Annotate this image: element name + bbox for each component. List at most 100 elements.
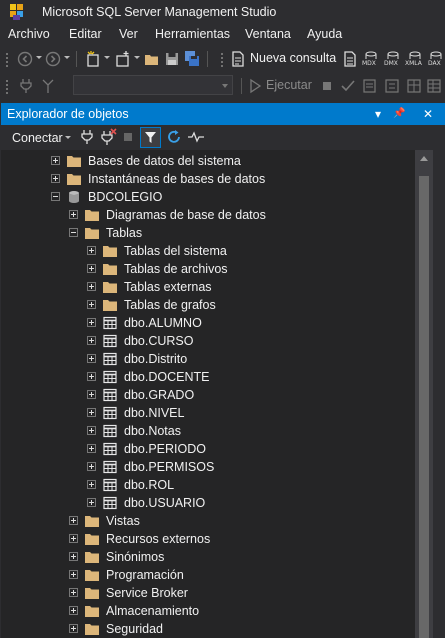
expand-icon[interactable] (87, 462, 96, 471)
expand-icon[interactable] (69, 588, 78, 597)
back-dropdown-icon[interactable] (36, 56, 42, 59)
tree-node[interactable]: Tablas de grafos (1, 296, 415, 314)
object-explorer-tree[interactable]: Bases de datos del sistema Instantáneas d… (1, 150, 445, 638)
menu-archivo[interactable]: Archivo (8, 27, 50, 41)
close-icon[interactable]: ✕ (423, 106, 433, 122)
tree-node[interactable]: dbo.PERIODO (1, 440, 415, 458)
tree-node[interactable]: Recursos externos (1, 530, 415, 548)
tree-node[interactable]: dbo.PERMISOS (1, 458, 415, 476)
tree-node[interactable]: dbo.USUARIO (1, 494, 415, 512)
tree-node[interactable]: dbo.GRADO (1, 386, 415, 404)
save-icon[interactable] (163, 50, 181, 68)
new-project-icon[interactable] (84, 50, 102, 68)
tree-node[interactable]: Tablas externas (1, 278, 415, 296)
stop-icon[interactable] (122, 128, 134, 146)
expand-icon[interactable] (51, 156, 60, 165)
forward-dropdown-icon[interactable] (64, 56, 70, 59)
scrollbar-thumb[interactable] (419, 176, 429, 638)
tree-node[interactable]: Tablas del sistema (1, 242, 415, 260)
expand-icon[interactable] (87, 264, 96, 273)
expand-icon[interactable] (69, 570, 78, 579)
forward-icon[interactable] (44, 50, 62, 68)
tree-node[interactable]: Service Broker (1, 584, 415, 602)
expand-icon[interactable] (87, 246, 96, 255)
connect-button[interactable]: Conectar (12, 131, 63, 145)
expand-icon[interactable] (87, 372, 96, 381)
expand-icon[interactable] (69, 552, 78, 561)
refresh-icon[interactable] (166, 128, 182, 146)
pin-icon[interactable]: 📌 (393, 106, 405, 122)
tree-node[interactable]: dbo.Distrito (1, 350, 415, 368)
expand-icon[interactable] (87, 300, 96, 309)
expand-icon[interactable] (69, 210, 78, 219)
object-explorer-title-bar[interactable]: Explorador de objetos ▾ 📌 ✕ (1, 103, 445, 125)
window-position-dropdown-icon[interactable]: ▾ (375, 106, 381, 122)
expand-icon[interactable] (87, 318, 96, 327)
tree-node[interactable]: Sinónimos (1, 548, 415, 566)
expand-icon[interactable] (69, 606, 78, 615)
expand-icon[interactable] (87, 426, 96, 435)
display-plan-icon[interactable] (384, 77, 400, 95)
tree-node[interactable]: Tablas (1, 224, 415, 242)
tree-node[interactable]: dbo.ROL (1, 476, 415, 494)
tree-node[interactable]: Diagramas de base de datos (1, 206, 415, 224)
new-project-dropdown-icon[interactable] (104, 56, 110, 59)
menu-herramientas[interactable]: Herramientas (155, 27, 230, 41)
expand-icon[interactable] (87, 354, 96, 363)
activity-monitor-icon[interactable] (187, 128, 205, 146)
query-options-icon[interactable] (362, 77, 378, 95)
tree-node[interactable]: Tablas de archivos (1, 260, 415, 278)
open-file-icon[interactable] (143, 50, 161, 68)
new-query-button[interactable]: Nueva consulta (250, 51, 336, 65)
results-grid-icon[interactable] (426, 77, 442, 95)
tree-node[interactable]: Seguridad (1, 620, 415, 638)
scroll-up-arrow-icon[interactable] (420, 156, 428, 161)
expand-icon[interactable] (87, 498, 96, 507)
back-icon[interactable] (16, 50, 34, 68)
expand-icon[interactable] (87, 390, 96, 399)
menu-editar[interactable]: Editar (69, 27, 102, 41)
tree-node[interactable]: Almacenamiento (1, 602, 415, 620)
database-query-icon[interactable] (342, 50, 358, 68)
toolbar-grip[interactable] (220, 52, 224, 67)
tree-node[interactable]: dbo.NIVEL (1, 404, 415, 422)
add-item-icon[interactable] (114, 50, 132, 68)
collapse-icon[interactable] (51, 192, 60, 201)
parse-check-icon[interactable] (340, 77, 356, 95)
tree-node[interactable]: Bases de datos del sistema (1, 152, 415, 170)
expand-icon[interactable] (69, 516, 78, 525)
toolbar-grip[interactable] (5, 52, 9, 67)
execute-icon[interactable] (248, 77, 262, 95)
query-designer-icon[interactable] (406, 77, 422, 95)
connect-plug-icon[interactable] (79, 128, 95, 146)
tree-node[interactable]: dbo.ALUMNO (1, 314, 415, 332)
menu-ventana[interactable]: Ventana (245, 27, 291, 41)
filter-button[interactable] (140, 127, 161, 148)
toolbar-grip[interactable] (5, 79, 9, 94)
add-item-dropdown-icon[interactable] (134, 56, 140, 59)
tree-node[interactable]: BDCOLEGIO (1, 188, 415, 206)
expand-icon[interactable] (69, 624, 78, 633)
expand-icon[interactable] (69, 534, 78, 543)
connect-plug-icon[interactable] (18, 77, 34, 95)
save-all-icon[interactable] (183, 50, 201, 68)
tree-vertical-scrollbar[interactable] (415, 150, 433, 638)
menu-ayuda[interactable]: Ayuda (307, 27, 342, 41)
tree-node[interactable]: dbo.DOCENTE (1, 368, 415, 386)
expand-icon[interactable] (51, 174, 60, 183)
tree-node[interactable]: Instantáneas de bases de datos (1, 170, 415, 188)
tree-node[interactable]: Vistas (1, 512, 415, 530)
expand-icon[interactable] (87, 444, 96, 453)
tree-node[interactable]: Programación (1, 566, 415, 584)
execute-button[interactable]: Ejecutar (266, 78, 312, 92)
disconnect-icon[interactable] (99, 128, 117, 146)
expand-icon[interactable] (87, 408, 96, 417)
stop-icon[interactable] (320, 77, 334, 95)
collapse-icon[interactable] (69, 228, 78, 237)
expand-icon[interactable] (87, 480, 96, 489)
tree-node[interactable]: dbo.Notas (1, 422, 415, 440)
expand-icon[interactable] (87, 336, 96, 345)
new-query-icon[interactable] (230, 50, 246, 68)
connect-dropdown-icon[interactable] (65, 136, 71, 139)
menu-ver[interactable]: Ver (119, 27, 138, 41)
